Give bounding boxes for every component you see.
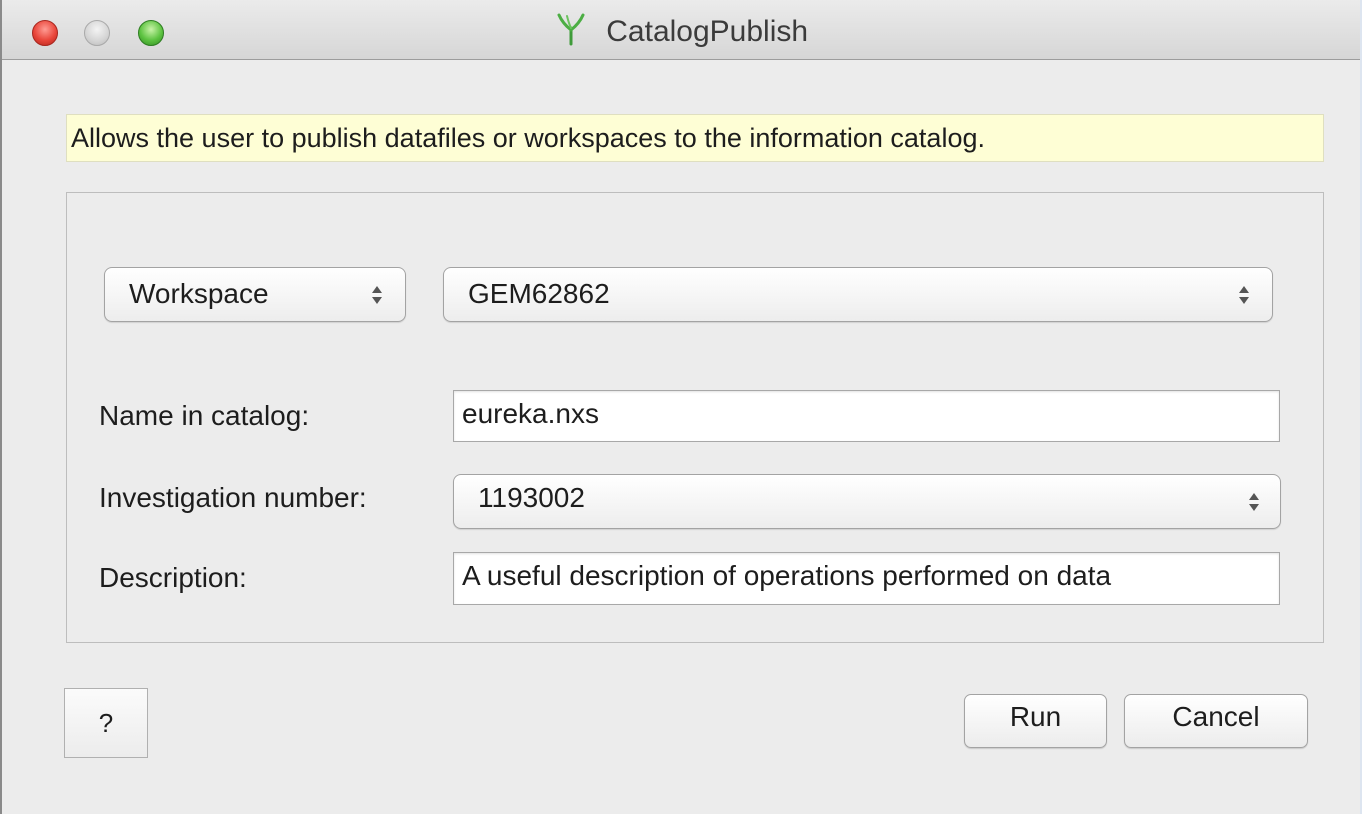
stepper-arrows-icon xyxy=(1239,285,1249,304)
stepper-arrows-icon xyxy=(1249,492,1259,511)
workspace-value: GEM62862 xyxy=(468,278,610,309)
investigation-number-label: Investigation number: xyxy=(99,482,367,513)
description-label: Description: xyxy=(99,562,247,593)
source-type-value: Workspace xyxy=(129,278,269,309)
stepper-arrows-icon xyxy=(372,285,382,304)
algorithm-description-banner: Allows the user to publish datafiles or … xyxy=(66,114,1324,162)
help-button[interactable]: ? xyxy=(64,688,148,758)
title-bar[interactable]: CatalogPublish xyxy=(2,0,1360,60)
description-input[interactable]: A useful description of operations perfo… xyxy=(453,552,1280,605)
cancel-button[interactable]: Cancel xyxy=(1124,694,1308,748)
name-in-catalog-input[interactable]: eureka.nxs xyxy=(453,390,1280,442)
catalog-publish-window: CatalogPublish Allows the user to publis… xyxy=(0,0,1360,814)
window-title-group: CatalogPublish xyxy=(2,12,1360,51)
run-button[interactable]: Run xyxy=(964,694,1107,748)
investigation-number-value: 1193002 xyxy=(478,482,585,513)
workspace-select[interactable]: GEM62862 xyxy=(443,267,1273,322)
mantid-icon xyxy=(557,13,585,46)
name-in-catalog-label: Name in catalog: xyxy=(99,400,310,431)
investigation-number-select[interactable]: 1193002 xyxy=(453,474,1281,529)
source-type-select[interactable]: Workspace xyxy=(104,267,406,322)
window-title: CatalogPublish xyxy=(606,15,809,49)
